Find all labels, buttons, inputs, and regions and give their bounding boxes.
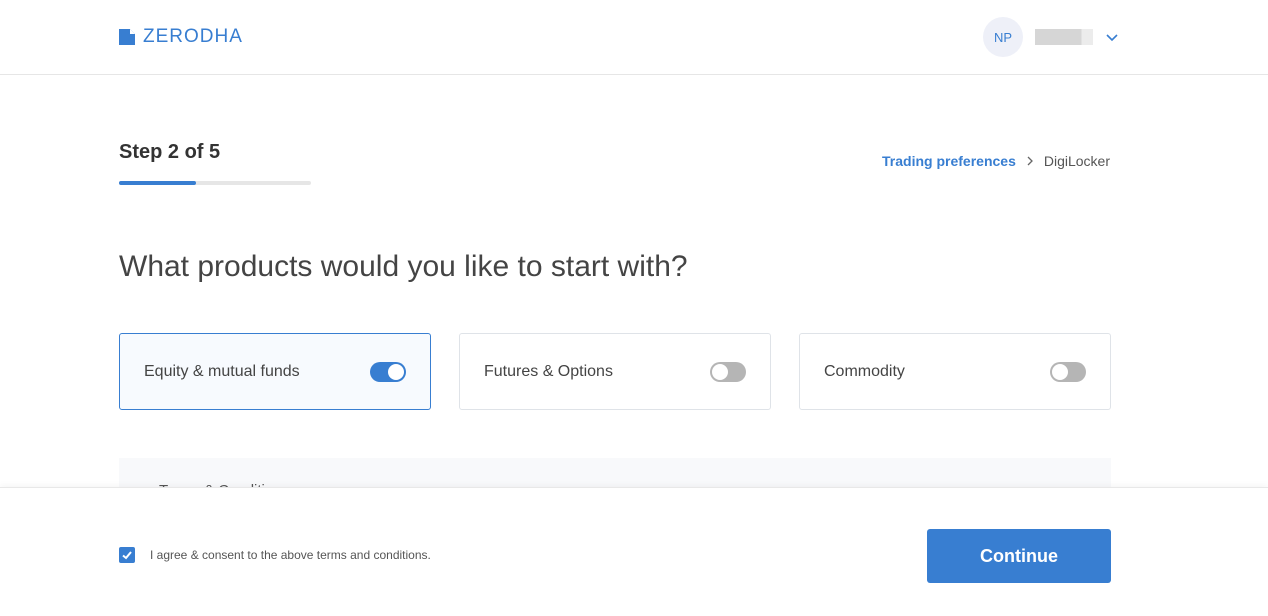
chevron-right-icon [1027,156,1033,166]
toggle-knob [1052,363,1068,380]
sticky-footer: I agree & consent to the above terms and… [0,487,1268,616]
user-name-redacted [1035,29,1093,45]
breadcrumb-trading-preferences[interactable]: Trading preferences [882,153,1016,169]
product-card-commodity[interactable]: Commodity [799,333,1111,410]
zerodha-logo[interactable]: ZERODHA [119,26,243,48]
product-label: Equity & mutual funds [144,362,300,380]
toggle-knob [388,363,404,380]
consent-row: I agree & consent to the above terms and… [119,547,431,563]
page-question: What products would you like to start wi… [119,250,688,283]
toggle-switch[interactable] [1050,361,1086,382]
product-options: Equity & mutual funds Futures & Options … [119,333,1111,410]
product-label: Futures & Options [484,362,613,380]
consent-checkbox[interactable] [119,547,135,563]
product-label: Commodity [824,362,905,380]
product-card-fno[interactable]: Futures & Options [459,333,771,410]
chevron-down-icon[interactable] [1105,30,1119,44]
continue-button[interactable]: Continue [927,529,1111,583]
checkmark-icon [122,551,132,560]
step-indicator: Step 2 of 5 [119,141,221,163]
toggle-knob [712,363,728,380]
brand-name: ZERODHA [143,26,243,47]
top-header: ZERODHA NP [0,0,1268,75]
breadcrumb: Trading preferences DigiLocker [882,153,1110,169]
step-progress-bar [119,181,311,185]
zerodha-logo-icon [119,29,135,45]
step-progress-fill [119,181,196,185]
toggle-switch[interactable] [710,361,746,382]
product-card-equity[interactable]: Equity & mutual funds [119,333,431,410]
avatar[interactable]: NP [983,17,1023,57]
consent-text: I agree & consent to the above terms and… [150,548,431,562]
toggle-switch[interactable] [370,361,406,382]
user-menu[interactable]: NP [983,17,1119,57]
breadcrumb-digilocker: DigiLocker [1043,153,1110,169]
